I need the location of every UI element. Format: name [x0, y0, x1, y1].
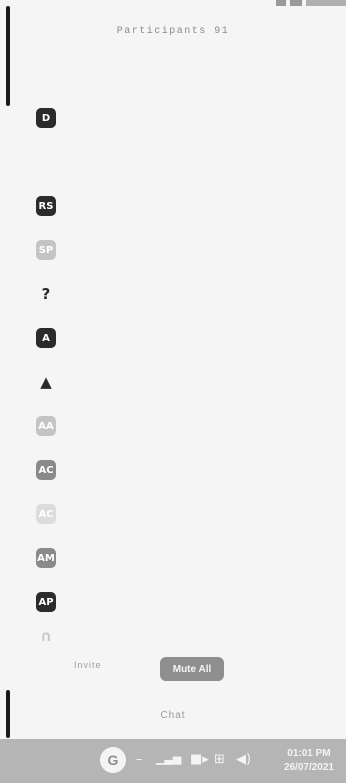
clock-time: 01:01 PM — [287, 748, 331, 759]
avatar: ∩ — [39, 627, 53, 645]
mute-all-button[interactable]: Mute All — [160, 657, 224, 681]
participant-row[interactable]: ▲ — [36, 370, 336, 394]
avatar: AC — [36, 460, 56, 480]
page-title: Participants 91 — [116, 26, 230, 37]
avatar — [36, 152, 56, 172]
participant-row[interactable]: A — [36, 326, 336, 350]
avatar: AC — [36, 504, 56, 524]
network-icon[interactable]: ⊞ — [214, 752, 225, 767]
signal-icon[interactable]: ▁▃▅ — [156, 752, 181, 765]
scrollbar-handle[interactable] — [6, 6, 10, 106]
window-controls — [256, 0, 346, 6]
participant-row[interactable]: SP — [36, 238, 336, 262]
volume-icon[interactable]: ◀) — [236, 752, 251, 767]
avatar: AA — [36, 416, 56, 436]
participant-row[interactable]: AC — [36, 458, 336, 482]
clock-date: 26/07/2021 — [283, 762, 334, 773]
avatar: AP — [36, 592, 56, 612]
participant-row[interactable]: AA — [36, 414, 336, 438]
avatar: ▲ — [40, 373, 52, 391]
avatar: A — [36, 328, 56, 348]
avatar: D — [36, 108, 56, 128]
video-icon[interactable]: ■▸ — [190, 752, 209, 767]
participants-panel: Participants 91 D RS SP? A ▲ AA AC AC AM AP ∩ Invi… — [0, 0, 346, 739]
avatar: ? — [41, 285, 51, 303]
app-icon[interactable]: G — [100, 747, 126, 773]
minus-icon[interactable]: – — [136, 752, 143, 767]
avatar: RS — [36, 196, 56, 216]
participant-row[interactable]: D — [36, 106, 336, 130]
avatar: AM — [36, 548, 56, 568]
participant-row[interactable]: RS — [36, 194, 336, 218]
participant-row[interactable]: ∩ — [36, 624, 336, 648]
participant-row[interactable]: AC — [36, 502, 336, 526]
participant-row[interactable] — [36, 150, 336, 174]
participant-row[interactable]: ? — [36, 282, 336, 306]
participant-row[interactable]: AM — [36, 546, 336, 570]
minimize-icon[interactable] — [276, 0, 286, 6]
close-icon[interactable] — [306, 0, 346, 6]
maximize-icon[interactable] — [290, 0, 302, 6]
participant-row[interactable]: AP — [36, 590, 336, 614]
avatar: SP — [36, 240, 56, 260]
chat-button[interactable]: Chat — [0, 710, 346, 721]
taskbar: G – ▁▃▅ ■▸ ⊞ ◀) 01:01 PM 26/07/2021 — [0, 739, 346, 783]
invite-button[interactable]: Invite — [74, 660, 102, 670]
clock[interactable]: 01:01 PM 26/07/2021 — [284, 747, 334, 775]
